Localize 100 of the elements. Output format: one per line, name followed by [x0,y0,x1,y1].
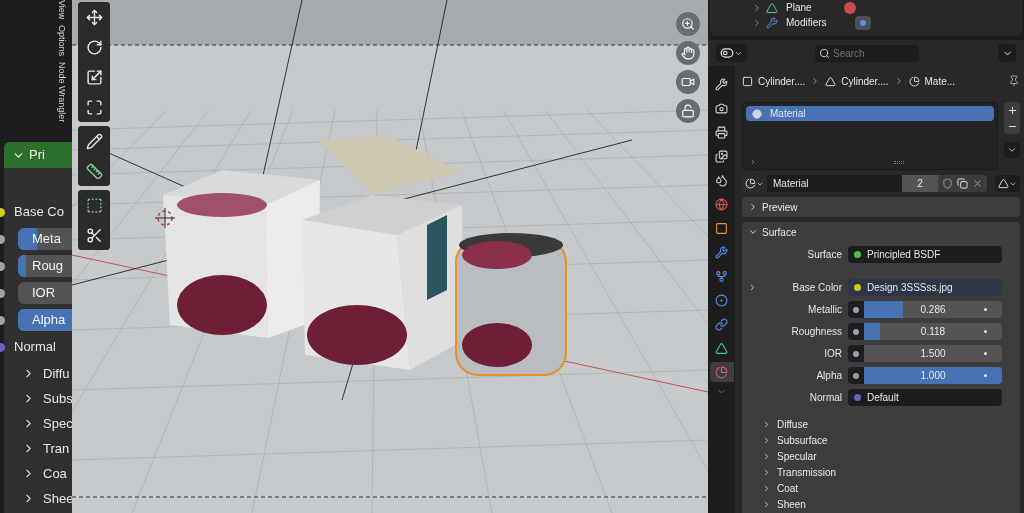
mesh-dropdown[interactable] [995,175,1020,192]
navigation-button[interactable] [676,41,700,65]
field-label: Base Color [792,281,842,295]
rotate-icon [85,38,103,56]
hand-icon [681,46,695,60]
globe-icon [715,197,728,211]
3d-cursor-icon [154,207,176,229]
images-icon [715,149,728,163]
triangle-icon [998,178,1009,189]
close-icon [972,178,983,189]
panel-header[interactable]: Preview [742,197,1020,217]
field-label: Metallic [808,303,842,317]
link-field[interactable]: Principled BSDF [848,246,1002,263]
input-label: Normal [14,338,56,357]
editor-type-button[interactable] [716,44,747,62]
material-name-field[interactable]: Material [767,175,902,192]
particles-icon [715,269,728,283]
number-field[interactable]: IOR [18,282,72,304]
specials-button[interactable] [1004,142,1020,158]
value-slider[interactable]: 1.000 [864,367,1002,384]
subpanel-label[interactable]: Sheen [777,496,806,512]
pencil-icon [85,132,103,150]
value-slider[interactable]: 0.286 [864,301,1002,318]
panel-label[interactable]: Diffu [43,363,70,384]
camera-icon [681,75,695,89]
material-icon [715,365,728,379]
subpanel-label[interactable]: Specular [777,448,817,464]
panel-label[interactable]: Subs [43,388,72,409]
material-icon[interactable] [843,1,856,14]
droplets-icon [715,173,728,187]
square-icon [742,75,753,87]
move-icon [85,8,103,26]
panel-label[interactable]: Tran [43,438,70,459]
material-icon [908,75,920,87]
panel-header[interactable]: Surface [742,222,1020,242]
node-slider[interactable]: Roug [18,255,72,277]
field-label: Surface [807,248,842,262]
ruler-icon [85,162,103,180]
link-icon [715,317,728,331]
printer-icon [715,125,728,139]
link-field[interactable]: Design 3SSSss.jpg [848,279,1002,296]
copy-icon [957,178,968,189]
field-label: Roughness [791,325,842,339]
wrench-icon [715,245,728,259]
subpanel-label[interactable]: Subsurface [777,432,828,448]
search-icon [819,47,830,59]
subpanel-label[interactable]: Coat [777,480,799,496]
shield-icon [942,178,953,189]
plus-icon [1006,104,1018,116]
field-label: Normal [809,391,842,405]
panel-label[interactable]: Shee [43,488,72,509]
material-icon [745,178,756,189]
sphere-icon [752,108,762,119]
material-slot[interactable]: Material [746,106,994,121]
subpanel-label[interactable]: Diffuse [777,416,808,432]
expand-icon[interactable] [748,283,757,292]
circle-dot-icon [715,293,728,307]
panel-label[interactable]: Spec [43,413,72,434]
caret-icon [1007,145,1017,155]
sidebar-tab[interactable]: Options [54,25,68,57]
lock-icon [681,104,695,118]
breadcrumb-item[interactable]: Cylinder.... [758,73,806,89]
sidebar-tab[interactable]: Node Wrangler [54,62,68,123]
search-field[interactable]: Search [815,44,919,62]
resize-handle-icon[interactable] [894,160,904,164]
dropdown-button[interactable] [998,44,1016,62]
node-header[interactable]: Pri [4,142,72,168]
input-label: Base Co [14,203,64,222]
panel-label[interactable]: Coa [43,463,67,484]
wrench-icon [766,16,778,29]
property-tab[interactable] [709,362,734,382]
chevron-icon[interactable] [752,17,762,28]
navigation-button[interactable] [676,99,700,123]
chevron-icon[interactable] [752,2,762,13]
triangle-icon [825,75,837,87]
outliner-item[interactable]: Plane [786,0,812,15]
scissors-icon [85,226,103,244]
transform-icon [85,98,103,116]
number-field[interactable]: 1.500 [864,345,1002,362]
chevron-icon [748,202,758,212]
node-title: Pri [29,146,45,165]
value-slider[interactable]: 0.118 [864,323,1002,340]
zoom-icon [681,17,695,31]
square-icon [715,221,728,235]
triangle-icon [715,341,728,355]
field-label: IOR [824,347,842,361]
user-count[interactable]: 2 [902,175,938,192]
link-field[interactable]: Default [848,389,1002,406]
pin-icon[interactable] [1008,75,1020,87]
modifier-icon[interactable] [854,15,871,30]
breadcrumb-item[interactable]: Cylinder.... [841,73,889,89]
breadcrumb-item[interactable]: Mate... [924,73,956,89]
material-selector[interactable]: Material 2 [742,175,987,192]
subpanel-label[interactable]: Transmission [777,464,837,480]
outliner-item[interactable]: Modifiers [786,15,827,30]
wrench-icon [715,77,728,91]
navigation-button[interactable] [676,70,700,94]
triangle-icon [766,1,778,14]
expand-icon[interactable] [749,158,757,166]
node-slider[interactable]: Alpha [18,309,72,331]
